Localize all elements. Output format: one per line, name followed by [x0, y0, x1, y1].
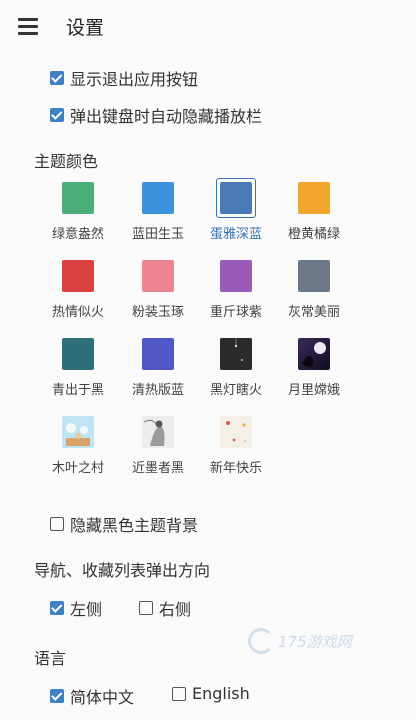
- theme-tile[interactable]: 蓝田生玉: [128, 182, 188, 242]
- theme-swatch: [142, 182, 174, 214]
- theme-swatch: [142, 260, 174, 292]
- dark-lamp-icon: [220, 338, 252, 370]
- theme-swatch: [62, 182, 94, 214]
- theme-tile[interactable]: 灰常美丽: [284, 260, 344, 320]
- theme-label: 黑灯瞎火: [209, 383, 262, 398]
- checkbox[interactable]: [50, 517, 64, 531]
- lang-zh-option[interactable]: 简体中文: [50, 684, 134, 708]
- option-label: English: [192, 684, 250, 703]
- theme-swatch: [62, 260, 94, 292]
- theme-label: 灰常美丽: [287, 305, 340, 320]
- theme-tile[interactable]: 粉装玉琢: [128, 260, 188, 320]
- menu-icon[interactable]: [18, 18, 38, 35]
- theme-label: 蛋雅深蓝: [209, 226, 262, 242]
- theme-swatch: [298, 260, 330, 292]
- theme-label: 木叶之村: [51, 461, 104, 476]
- theme-tile[interactable]: 橙黄橘绿: [284, 182, 344, 242]
- theme-label: 重斤球紫: [209, 305, 262, 320]
- show-exit-button-option[interactable]: 显示退出应用按钮: [50, 66, 198, 90]
- theme-swatch: [142, 338, 174, 370]
- theme-tile[interactable]: 新年快乐: [206, 416, 266, 476]
- option-label: 显示退出应用按钮: [70, 70, 199, 89]
- nav-right-option[interactable]: 右侧: [139, 596, 191, 620]
- theme-tile[interactable]: 青出于黑: [48, 338, 108, 398]
- checkbox[interactable]: [50, 601, 64, 615]
- theme-swatch: [220, 181, 252, 214]
- leaf-village-icon: [62, 416, 94, 448]
- selection-frame: [216, 177, 256, 218]
- auto-hide-player-option[interactable]: 弹出键盘时自动隐藏播放栏: [50, 103, 262, 127]
- moon-fairy-icon: [298, 338, 330, 370]
- theme-tile[interactable]: 月里嫦娥: [284, 338, 344, 398]
- theme-label: 蓝田生玉: [131, 227, 184, 242]
- option-label: 隐藏黑色主题背景: [70, 516, 199, 535]
- checkbox[interactable]: [172, 686, 186, 701]
- nav-left-option[interactable]: 左侧: [50, 596, 102, 620]
- page-title: 设置: [66, 16, 105, 39]
- site-watermark: 175游戏网: [248, 628, 352, 654]
- theme-swatch: [220, 260, 252, 292]
- checkbox[interactable]: [50, 689, 64, 703]
- theme-swatch: [298, 182, 330, 214]
- ink-figure-icon: [142, 416, 174, 448]
- theme-label: 月里嫦娥: [287, 383, 340, 398]
- language-section-title: 语言: [34, 649, 67, 668]
- option-label: 简体中文: [70, 688, 135, 707]
- theme-tile[interactable]: 黑灯瞎火: [206, 338, 266, 398]
- theme-label: 橙黄橘绿: [287, 227, 340, 242]
- new-year-icon: [220, 416, 252, 448]
- watermark-text: 175游戏网: [278, 632, 352, 651]
- checkbox[interactable]: [50, 108, 64, 122]
- nav-direction-section-title: 导航、收藏列表弹出方向: [34, 561, 211, 580]
- checkbox[interactable]: [139, 601, 153, 615]
- theme-label: 粉装玉琢: [131, 305, 184, 320]
- checkbox[interactable]: [50, 71, 64, 85]
- theme-label: 清热版蓝: [131, 383, 184, 398]
- option-label: 右侧: [159, 600, 192, 619]
- watermark-logo-icon: [248, 628, 274, 654]
- top-bar: 设置: [0, 0, 416, 52]
- theme-tile-selected[interactable]: 蛋雅深蓝: [206, 177, 266, 242]
- theme-tile[interactable]: 木叶之村: [48, 416, 108, 476]
- theme-label: 热情似火: [51, 305, 104, 320]
- theme-label: 新年快乐: [209, 461, 262, 476]
- theme-tile[interactable]: 绿意盎然: [48, 182, 108, 242]
- theme-label: 绿意盎然: [51, 227, 104, 242]
- option-label: 弹出键盘时自动隐藏播放栏: [70, 107, 263, 126]
- theme-label: 青出于黑: [51, 383, 104, 398]
- theme-swatch: [62, 338, 94, 370]
- lang-en-option[interactable]: English: [172, 684, 250, 703]
- theme-tile[interactable]: 近墨者黑: [128, 416, 188, 476]
- theme-label: 近墨者黑: [131, 461, 184, 476]
- theme-tile[interactable]: 重斤球紫: [206, 260, 266, 320]
- theme-section-title: 主题颜色: [34, 152, 99, 171]
- option-label: 左侧: [70, 600, 103, 619]
- theme-tile[interactable]: 热情似火: [48, 260, 108, 320]
- hide-black-bg-option[interactable]: 隐藏黑色主题背景: [50, 512, 198, 536]
- theme-tile[interactable]: 清热版蓝: [128, 338, 188, 398]
